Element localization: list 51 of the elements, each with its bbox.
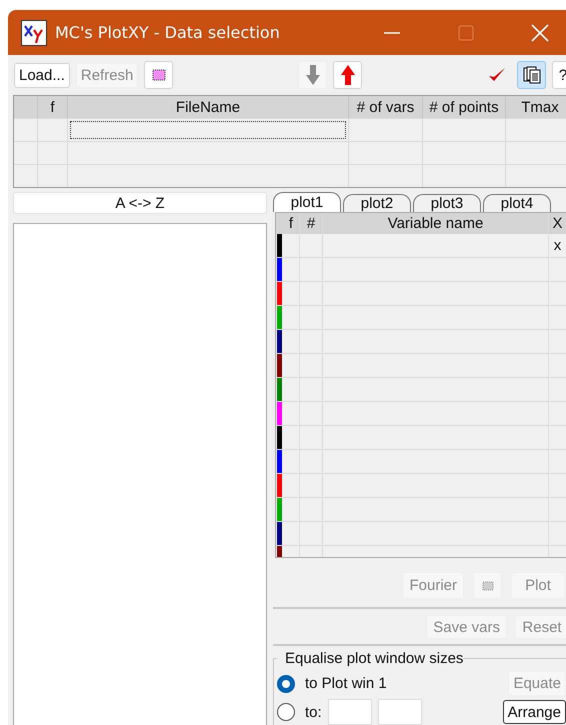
column-header: f bbox=[37, 96, 67, 118]
column-header: FileName bbox=[67, 96, 348, 118]
color-swatch[interactable] bbox=[277, 402, 282, 425]
width-field[interactable] bbox=[328, 699, 372, 725]
column-header: X bbox=[548, 213, 566, 234]
radio-button[interactable] bbox=[277, 674, 295, 692]
column-header: # bbox=[299, 213, 322, 234]
sort-button[interactable]: A <-> Z bbox=[13, 192, 267, 214]
color-swatch[interactable] bbox=[277, 378, 282, 401]
filename-cell[interactable] bbox=[70, 121, 346, 139]
color-swatch[interactable] bbox=[277, 426, 282, 449]
color-swatch[interactable] bbox=[277, 522, 282, 545]
color-swatch[interactable] bbox=[277, 282, 282, 305]
group-title: Equalise plot window sizes bbox=[277, 650, 464, 668]
plot-tab[interactable]: plot2 bbox=[343, 194, 411, 212]
move-up-button[interactable] bbox=[333, 61, 362, 89]
color-swatch[interactable] bbox=[277, 474, 282, 497]
down-arrow-icon bbox=[304, 64, 321, 86]
column-header: f bbox=[288, 214, 294, 234]
load-button[interactable]: Load... bbox=[14, 62, 70, 88]
plot-tab[interactable]: plot1 bbox=[273, 192, 341, 212]
color-swatch[interactable] bbox=[277, 234, 282, 257]
column-header: # of points bbox=[422, 96, 505, 118]
swatch-icon bbox=[152, 69, 166, 81]
window-title: MC's PlotXY - Data selection bbox=[55, 23, 280, 42]
maximize-icon bbox=[456, 22, 476, 42]
copy-icon bbox=[522, 66, 540, 84]
option-label: to: bbox=[305, 704, 322, 720]
x-marker: x bbox=[554, 237, 562, 254]
column-header: Tmax bbox=[505, 96, 566, 118]
color-swatch[interactable] bbox=[277, 330, 282, 353]
color-swatch[interactable] bbox=[277, 498, 282, 521]
arrange-button[interactable]: Arrange bbox=[502, 700, 566, 724]
plot-tab[interactable]: plot4 bbox=[483, 194, 551, 212]
variable-list[interactable] bbox=[13, 223, 267, 725]
column-header: # of vars bbox=[348, 96, 422, 118]
radio-button[interactable] bbox=[277, 703, 295, 721]
color-swatch[interactable] bbox=[277, 306, 282, 329]
color-swatch[interactable] bbox=[277, 450, 282, 473]
copy-button[interactable] bbox=[517, 61, 546, 89]
option-label: to Plot win 1 bbox=[305, 675, 387, 692]
color-swatch[interactable] bbox=[277, 258, 282, 281]
height-field[interactable] bbox=[378, 699, 422, 725]
up-arrow-icon bbox=[340, 64, 356, 86]
color-swatch[interactable] bbox=[277, 354, 282, 377]
swatch-icon bbox=[482, 580, 494, 590]
column-header: Variable name bbox=[322, 213, 548, 234]
app-logo-icon bbox=[21, 20, 47, 46]
plot-tab[interactable]: plot3 bbox=[413, 194, 481, 212]
color-button[interactable] bbox=[144, 61, 174, 89]
close-icon[interactable] bbox=[530, 22, 550, 42]
